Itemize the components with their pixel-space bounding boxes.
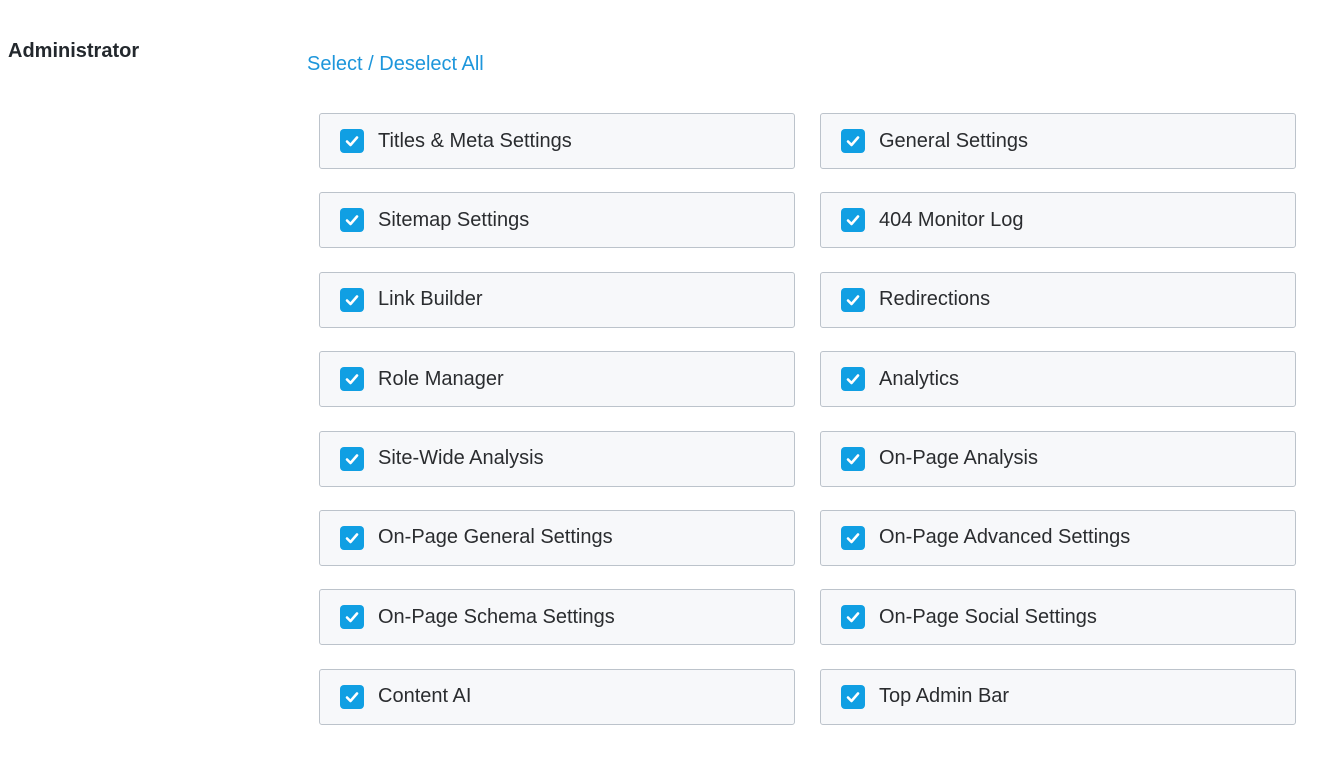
capability-checkbox-item[interactable]: Titles & Meta Settings: [319, 113, 795, 169]
checkbox-checked-icon[interactable]: [340, 367, 364, 392]
checkbox-checked-icon[interactable]: [340, 446, 364, 471]
capability-label: Analytics: [879, 367, 960, 390]
checkbox-checked-icon[interactable]: [340, 525, 364, 550]
role-name: Administrator: [8, 40, 140, 62]
capability-label: On-Page Analysis: [879, 447, 1038, 470]
capability-checkbox-item[interactable]: Role Manager: [319, 351, 795, 408]
capability-checkbox-item[interactable]: On-Page Social Settings: [820, 589, 1296, 646]
checkbox-checked-icon[interactable]: [841, 605, 865, 630]
capability-checkbox-item[interactable]: Top Admin Bar: [820, 668, 1296, 725]
capability-label: On-Page Social Settings: [879, 605, 1097, 628]
capability-label: Top Admin Bar: [879, 685, 1010, 708]
checkbox-checked-icon[interactable]: [841, 446, 865, 471]
checkbox-checked-icon[interactable]: [841, 367, 865, 392]
capability-checkbox-item[interactable]: On-Page Analysis: [820, 430, 1296, 487]
capability-label: Sitemap Settings: [378, 208, 530, 231]
capability-label: 404 Monitor Log: [879, 208, 1024, 231]
capability-checkbox-item[interactable]: Analytics: [820, 351, 1296, 408]
capability-checkbox-item[interactable]: Sitemap Settings: [319, 192, 795, 249]
checkbox-checked-icon[interactable]: [340, 287, 364, 312]
capability-label: On-Page General Settings: [378, 526, 613, 549]
capabilities-grid: Titles & Meta Settings General Settings Si…: [319, 113, 1296, 725]
checkbox-checked-icon[interactable]: [841, 525, 865, 550]
capability-checkbox-item[interactable]: On-Page Advanced Settings: [820, 509, 1296, 566]
capability-label: Redirections: [879, 288, 991, 311]
checkbox-checked-icon[interactable]: [340, 208, 364, 233]
capability-label: Role Manager: [378, 367, 504, 390]
select-deselect-all-link[interactable]: Select / Deselect All: [307, 53, 484, 76]
capability-label: On-Page Advanced Settings: [879, 526, 1131, 549]
capability-label: Site-Wide Analysis: [378, 447, 544, 470]
checkbox-checked-icon[interactable]: [841, 684, 865, 709]
capability-checkbox-item[interactable]: 404 Monitor Log: [820, 192, 1296, 249]
checkbox-checked-icon[interactable]: [340, 129, 364, 153]
checkbox-checked-icon[interactable]: [841, 129, 865, 153]
capability-label: Titles & Meta Settings: [378, 129, 572, 152]
capability-checkbox-item[interactable]: On-Page General Settings: [319, 509, 795, 566]
capability-label: On-Page Schema Settings: [378, 605, 615, 628]
checkbox-checked-icon[interactable]: [841, 287, 865, 312]
capability-label: General Settings: [879, 129, 1028, 152]
checkbox-checked-icon[interactable]: [841, 208, 865, 233]
capability-label: Link Builder: [378, 288, 483, 311]
capability-checkbox-item[interactable]: On-Page Schema Settings: [319, 589, 795, 646]
checkbox-checked-icon[interactable]: [340, 605, 364, 630]
capability-checkbox-item[interactable]: Site-Wide Analysis: [319, 430, 795, 487]
capability-checkbox-item[interactable]: General Settings: [820, 113, 1296, 169]
capability-label: Content AI: [378, 685, 472, 708]
capability-checkbox-item[interactable]: Content AI: [319, 668, 795, 725]
capability-checkbox-item[interactable]: Redirections: [820, 271, 1296, 328]
checkbox-checked-icon[interactable]: [340, 684, 364, 709]
capability-checkbox-item[interactable]: Link Builder: [319, 271, 795, 328]
